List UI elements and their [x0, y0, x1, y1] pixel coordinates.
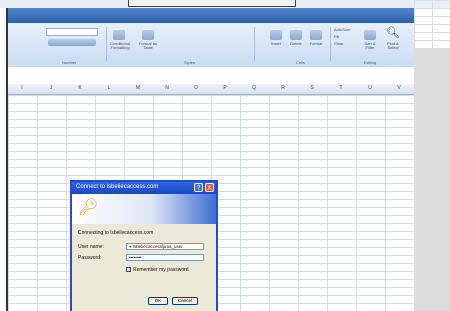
delete-button[interactable]: Delete: [286, 42, 306, 46]
dialog-title: Connect to lsbeliecaccess.com: [76, 184, 159, 190]
conditional-formatting-icon[interactable]: [113, 30, 125, 40]
keys-icon: 🔑︎: [78, 199, 99, 216]
formula-bar-area: [8, 67, 414, 85]
find-binoculars-icon[interactable]: 🔍︎: [386, 28, 400, 39]
username-value: lsbeliecaccess\jima_user: [132, 244, 183, 249]
column-header[interactable]: P: [211, 85, 239, 91]
column-header[interactable]: S: [298, 85, 326, 91]
column-header[interactable]: R: [269, 85, 297, 91]
column-header-row: I J K L M N O P Q R S T U V: [8, 84, 414, 95]
delete-icon[interactable]: [290, 30, 302, 40]
ribbon-tab-bar: [8, 8, 414, 23]
column-header[interactable]: L: [95, 85, 123, 91]
connect-dialog: Connect to lsbeliecaccess.com ? X 🔑︎ Con…: [70, 180, 218, 311]
password-field[interactable]: ••••••••: [126, 254, 204, 261]
column-header[interactable]: K: [66, 85, 94, 91]
insert-icon[interactable]: [270, 30, 282, 40]
ok-button[interactable]: OK: [148, 297, 168, 305]
dialog-titlebar: Connect to lsbeliecaccess.com ? X: [72, 182, 216, 194]
fill-button[interactable]: Fill: [334, 35, 358, 39]
format-button[interactable]: Format: [306, 42, 326, 46]
ribbon-separator: [330, 27, 331, 61]
column-header[interactable]: Q: [240, 85, 268, 91]
editing-group-label: Editing: [364, 60, 377, 65]
background-panel: [414, 48, 450, 311]
dialog-banner: 🔑︎: [72, 194, 216, 224]
format-as-table-icon[interactable]: [142, 30, 154, 40]
column-header[interactable]: I: [8, 85, 36, 91]
find-select-button[interactable]: Find & Select: [382, 42, 404, 50]
column-header[interactable]: O: [182, 85, 210, 91]
column-header[interactable]: V: [385, 85, 413, 91]
cells-group-label: Cells: [296, 60, 305, 65]
close-button[interactable]: X: [205, 183, 214, 192]
format-as-table-button[interactable]: Format as Table: [136, 42, 160, 50]
insert-button[interactable]: Insert: [266, 42, 286, 46]
sort-filter-icon[interactable]: [364, 30, 376, 40]
background-grid: [414, 0, 450, 48]
number-format-dropdown[interactable]: [46, 28, 98, 36]
autosum-button[interactable]: AutoSum: [334, 28, 358, 32]
username-label: User name:: [78, 244, 104, 250]
column-header[interactable]: M: [124, 85, 152, 91]
sort-filter-button[interactable]: Sort & Filter: [360, 42, 380, 50]
cancel-button[interactable]: Cancel: [172, 297, 198, 305]
username-field[interactable]: ● lsbeliecaccess\jima_user: [126, 243, 204, 250]
remember-password-checkbox[interactable]: [126, 267, 131, 272]
remember-password-label: Remember my password: [133, 267, 189, 273]
column-header[interactable]: N: [153, 85, 181, 91]
number-format-buttons[interactable]: [48, 39, 96, 46]
number-group-label: Number: [62, 60, 77, 65]
ribbon-separator: [254, 27, 255, 61]
title-box: [128, 0, 296, 7]
column-header[interactable]: T: [327, 85, 355, 91]
column-header[interactable]: J: [37, 85, 65, 91]
format-icon[interactable]: [310, 30, 322, 40]
ribbon: Number Conditional Formatting Format as …: [8, 23, 414, 68]
password-label: Password:: [78, 255, 102, 261]
help-button[interactable]: ?: [194, 183, 203, 192]
password-value: ••••••••: [129, 255, 142, 260]
connecting-text: Connecting to lsbeliecaccess.com: [78, 230, 154, 236]
clear-button[interactable]: Clear: [334, 42, 358, 46]
styles-group-label: Styles: [184, 60, 195, 65]
column-header[interactable]: U: [356, 85, 384, 91]
conditional-formatting-button[interactable]: Conditional Formatting: [106, 42, 134, 50]
